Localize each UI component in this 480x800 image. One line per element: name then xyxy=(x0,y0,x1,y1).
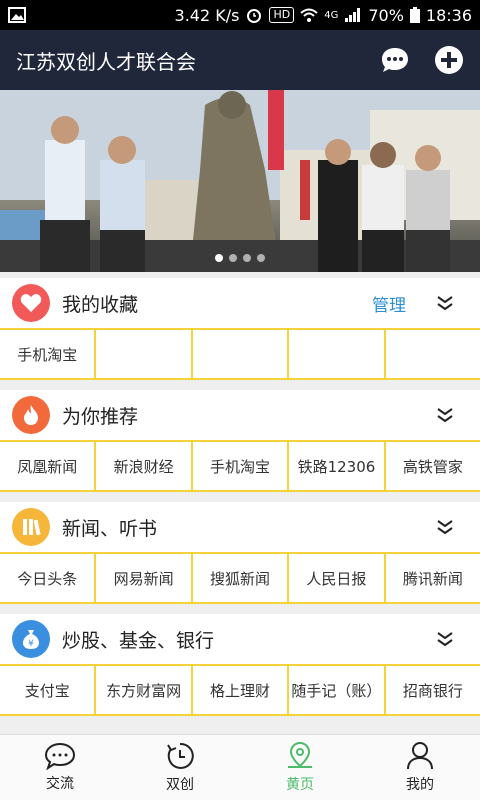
battery-icon xyxy=(409,7,420,23)
grid-item[interactable]: 随手记（账） xyxy=(287,666,383,714)
grid-item[interactable]: 铁路12306 xyxy=(287,442,383,490)
signal-icon xyxy=(345,8,361,22)
network-speed: 3.42 K/s xyxy=(174,5,240,25)
banner-photo xyxy=(0,90,480,272)
section-title: 炒股、基金、银行 xyxy=(62,629,215,652)
hd-badge: HD xyxy=(269,7,295,23)
app-grid: 支付宝 东方财富网 格上理财 随手记（账） 招商银行 xyxy=(0,664,480,716)
grid-item[interactable]: 今日头条 xyxy=(0,554,94,602)
tab-innovation[interactable]: 双创 xyxy=(120,735,240,800)
battery-level: 70% xyxy=(368,5,404,25)
grid-item[interactable] xyxy=(383,330,480,378)
tab-label: 双创 xyxy=(166,777,194,793)
carousel-dot[interactable] xyxy=(257,254,265,262)
wifi-icon xyxy=(300,8,318,22)
grid-item[interactable]: 人民日报 xyxy=(287,554,383,602)
grid-item[interactable]: 腾讯新闻 xyxy=(383,554,480,602)
alarm-icon xyxy=(247,9,262,23)
app-grid: 今日头条 网易新闻 搜狐新闻 人民日报 腾讯新闻 xyxy=(0,552,480,604)
money-bag-icon: ¥ xyxy=(12,620,50,658)
section-finance: ¥ 炒股、基金、银行 支付宝 东方财富网 格上理财 随手记（账） 招商银行 xyxy=(0,614,480,716)
manage-button[interactable]: 管理 xyxy=(372,291,406,316)
chevron-down-icon[interactable] xyxy=(436,408,454,422)
carousel-dot[interactable] xyxy=(229,254,237,262)
grid-item[interactable] xyxy=(190,330,287,378)
carousel-dot[interactable] xyxy=(243,254,251,262)
grid-item[interactable]: 高铁管家 xyxy=(383,442,480,490)
fire-icon xyxy=(12,396,50,434)
grid-item[interactable]: 东方财富网 xyxy=(94,666,190,714)
chevron-down-icon[interactable] xyxy=(436,296,454,310)
svg-text:¥: ¥ xyxy=(28,639,34,649)
bottom-tab-bar: 交流 双创 黄页 我的 xyxy=(0,734,480,800)
section-title: 为你推荐 xyxy=(62,405,139,428)
carousel-indicator[interactable] xyxy=(0,254,480,262)
tab-yellow-pages[interactable]: 黄页 xyxy=(240,735,360,800)
app-grid: 凤凰新闻 新浪财经 手机淘宝 铁路12306 高铁管家 xyxy=(0,440,480,492)
section-title: 我的收藏 xyxy=(62,293,139,316)
section-news: 新闻、听书 今日头条 网易新闻 搜狐新闻 人民日报 腾讯新闻 xyxy=(0,502,480,604)
tab-label: 黄页 xyxy=(286,777,314,793)
clock-refresh-icon xyxy=(167,742,194,769)
section-header[interactable]: 为你推荐 xyxy=(0,390,480,440)
grid-item[interactable]: 手机淘宝 xyxy=(0,330,94,378)
add-icon[interactable] xyxy=(434,45,464,75)
grid-item[interactable]: 支付宝 xyxy=(0,666,94,714)
section-title: 新闻、听书 xyxy=(62,517,158,540)
map-pin-icon xyxy=(288,741,312,768)
tab-label: 我的 xyxy=(406,777,434,793)
image-icon xyxy=(8,7,26,23)
grid-item[interactable] xyxy=(94,330,190,378)
grid-item[interactable] xyxy=(287,330,383,378)
tab-label: 交流 xyxy=(46,776,74,792)
section-favorites: 我的收藏 管理 手机淘宝 xyxy=(0,278,480,380)
grid-item[interactable]: 手机淘宝 xyxy=(190,442,287,490)
chat-bubble-icon xyxy=(44,742,76,770)
carousel-dot[interactable] xyxy=(215,254,223,262)
tab-communication[interactable]: 交流 xyxy=(0,735,120,800)
status-bar: 3.42 K/s HD 4G 70% 18:36 xyxy=(0,0,480,30)
grid-item[interactable]: 网易新闻 xyxy=(94,554,190,602)
tab-profile[interactable]: 我的 xyxy=(360,735,480,800)
section-header[interactable]: ¥ 炒股、基金、银行 xyxy=(0,614,480,664)
grid-item[interactable]: 新浪财经 xyxy=(94,442,190,490)
app-bar: 江苏双创人才联合会 xyxy=(0,30,480,90)
grid-item[interactable]: 搜狐新闻 xyxy=(190,554,287,602)
banner-carousel[interactable] xyxy=(0,90,480,272)
chat-icon[interactable] xyxy=(380,46,410,74)
books-icon xyxy=(12,508,50,546)
clock: 18:36 xyxy=(425,5,472,25)
section-recommended: 为你推荐 凤凰新闻 新浪财经 手机淘宝 铁路12306 高铁管家 xyxy=(0,390,480,492)
section-header[interactable]: 新闻、听书 xyxy=(0,502,480,552)
grid-item[interactable]: 招商银行 xyxy=(383,666,480,714)
user-icon xyxy=(407,742,433,770)
grid-item[interactable]: 凤凰新闻 xyxy=(0,442,94,490)
heart-icon xyxy=(12,284,50,322)
grid-item[interactable]: 格上理财 xyxy=(190,666,287,714)
page-title: 江苏双创人才联合会 xyxy=(16,49,196,74)
section-header[interactable]: 我的收藏 管理 xyxy=(0,278,480,328)
network-type: 4G xyxy=(324,9,339,21)
app-grid: 手机淘宝 xyxy=(0,328,480,380)
chevron-down-icon[interactable] xyxy=(436,520,454,534)
chevron-down-icon[interactable] xyxy=(436,632,454,646)
